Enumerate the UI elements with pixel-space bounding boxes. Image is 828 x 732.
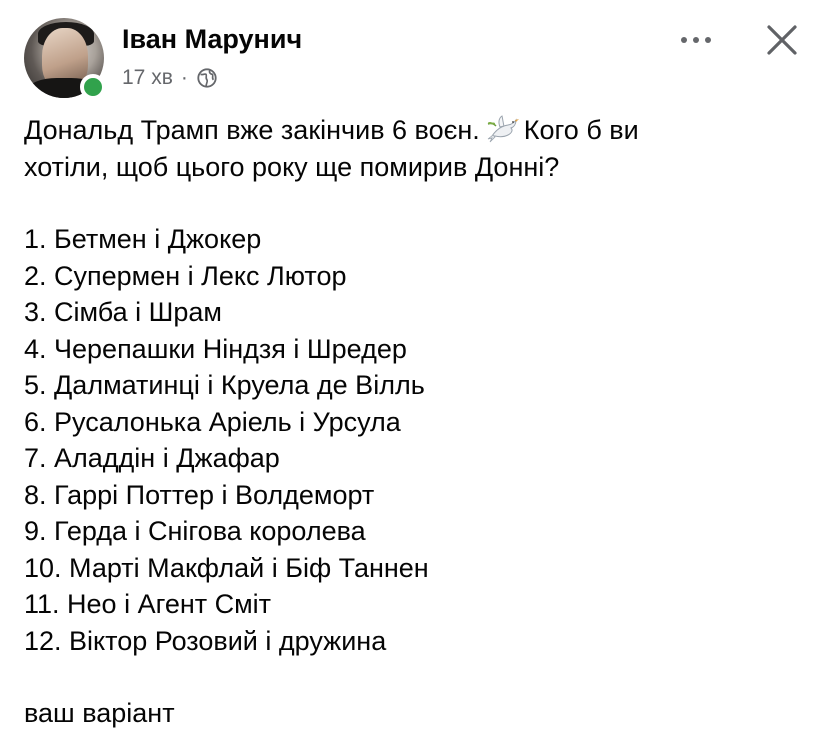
list-item: 4. Черепашки Ніндзя і Шредер <box>24 333 407 364</box>
post-text-part-2: Кого б ви <box>523 115 639 145</box>
globe-icon <box>197 68 217 88</box>
list-item: 10. Марті Макфлай і Біф Таннен <box>24 552 429 583</box>
list-item: 11. Нео і Агент Сміт <box>24 589 272 619</box>
online-status-dot <box>80 74 106 100</box>
post-text-part-1: Дональд Трамп вже закінчив 6 воєн. <box>24 115 480 145</box>
list-item: 9. Герда і Снігова королева <box>24 516 366 546</box>
post-text-line-2: хотіли, щоб цього року ще помирив Донні? <box>24 151 560 182</box>
more-horizontal-icon[interactable] <box>676 28 716 52</box>
post-body: Дональд Трамп вже закінчив 6 воєн. Кого … <box>24 112 814 732</box>
dove-icon <box>487 115 519 143</box>
post-text-outro: ваш варіант <box>24 698 175 728</box>
post-header: Іван Марунич 17 хв · <box>24 18 804 100</box>
list-item: 7. Аладдін і Джафар <box>24 443 280 473</box>
close-icon[interactable] <box>764 22 800 58</box>
author-name[interactable]: Іван Марунич <box>122 24 302 55</box>
post-time[interactable]: 17 хв <box>122 66 173 90</box>
list-item: 2. Супермен і Лекс Лютор <box>24 260 347 291</box>
post-text-line-1: Дональд Трамп вже закінчив 6 воєн. Кого … <box>24 112 814 149</box>
post-meta: 17 хв · <box>122 66 218 90</box>
list-item: 8. Гаррі Поттер і Волдеморт <box>24 479 375 510</box>
list-item: 6. Русалонька Аріель і Урсула <box>24 406 401 437</box>
list-item: 12. Віктор Розовий і дружина <box>24 625 387 656</box>
list-item: 1. Бетмен і Джокер <box>24 224 262 254</box>
options-list: 1. Бетмен і Джокер 2. Супермен і Лекс Лю… <box>24 221 814 659</box>
list-item: 3. Сімба і Шрам <box>24 297 222 327</box>
meta-separator: · <box>180 66 188 89</box>
list-item: 5. Далматинці і Круела де Вілль <box>24 370 425 400</box>
